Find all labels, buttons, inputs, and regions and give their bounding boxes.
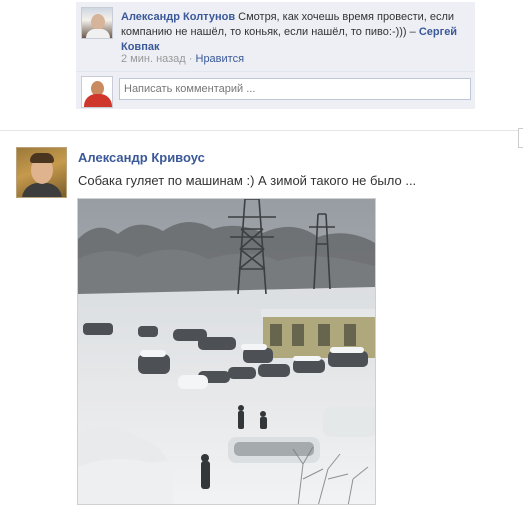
feed-page: Александр Колтунов Смотря, как хочешь вр…	[0, 0, 523, 505]
current-user-avatar	[81, 76, 113, 108]
comment-body: Александр Колтунов Смотря, как хочешь вр…	[121, 10, 471, 55]
avatar-hair	[30, 153, 54, 163]
post-separator	[0, 130, 523, 131]
post-photo[interactable]	[77, 198, 376, 505]
avatar-body	[22, 183, 62, 197]
comment-input[interactable]	[119, 78, 471, 100]
commenter-avatar[interactable]	[81, 7, 113, 39]
post-author-avatar[interactable]	[16, 147, 67, 198]
avatar-body	[86, 29, 110, 38]
like-link[interactable]: Нравится	[196, 53, 245, 65]
comments-panel: Александр Колтунов Смотря, как хочешь вр…	[76, 2, 475, 109]
comment-timestamp[interactable]: 2 мин. назад	[121, 53, 186, 65]
scroll-corner	[518, 128, 523, 148]
avatar-face	[91, 14, 105, 30]
comment-author-link[interactable]: Александр Колтунов	[121, 11, 235, 23]
avatar-body	[84, 94, 112, 107]
comment-item: Александр Колтунов Смотря, как хочешь вр…	[76, 2, 475, 71]
post-author-link[interactable]: Александр Кривоус	[78, 150, 205, 165]
meta-separator: ·	[185, 53, 196, 65]
snowy-parking-photo	[78, 199, 375, 504]
comment-meta: 2 мин. назад · Нравится	[121, 53, 244, 65]
write-comment-row	[76, 72, 475, 109]
post-text: Собака гуляет по машинам :) А зимой тако…	[78, 173, 417, 188]
